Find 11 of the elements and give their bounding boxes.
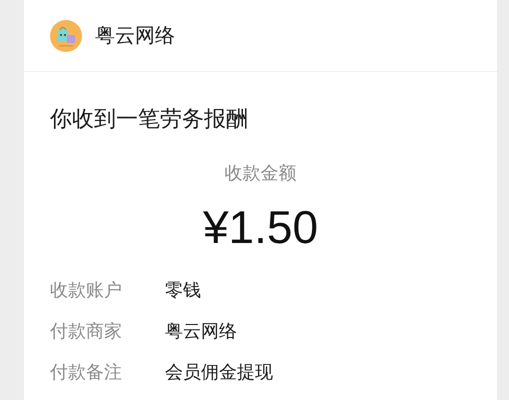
merchant-name: 粤云网络 (95, 24, 175, 48)
detail-label: 收款账户 (50, 278, 123, 302)
detail-value: 零钱 (165, 278, 201, 302)
detail-label: 付款备注 (50, 360, 123, 384)
detail-value: 会员佣金提现 (165, 360, 273, 384)
amount-value: ¥1.50 (202, 200, 318, 255)
detail-label: 付款商家 (50, 320, 123, 342)
amount-label: 收款金额 (224, 162, 296, 185)
detail-value: 粤云网络 (165, 320, 237, 342)
shopping-bag-logo (50, 20, 82, 52)
message-title: 你收到一笔劳务报酬 (50, 105, 249, 133)
